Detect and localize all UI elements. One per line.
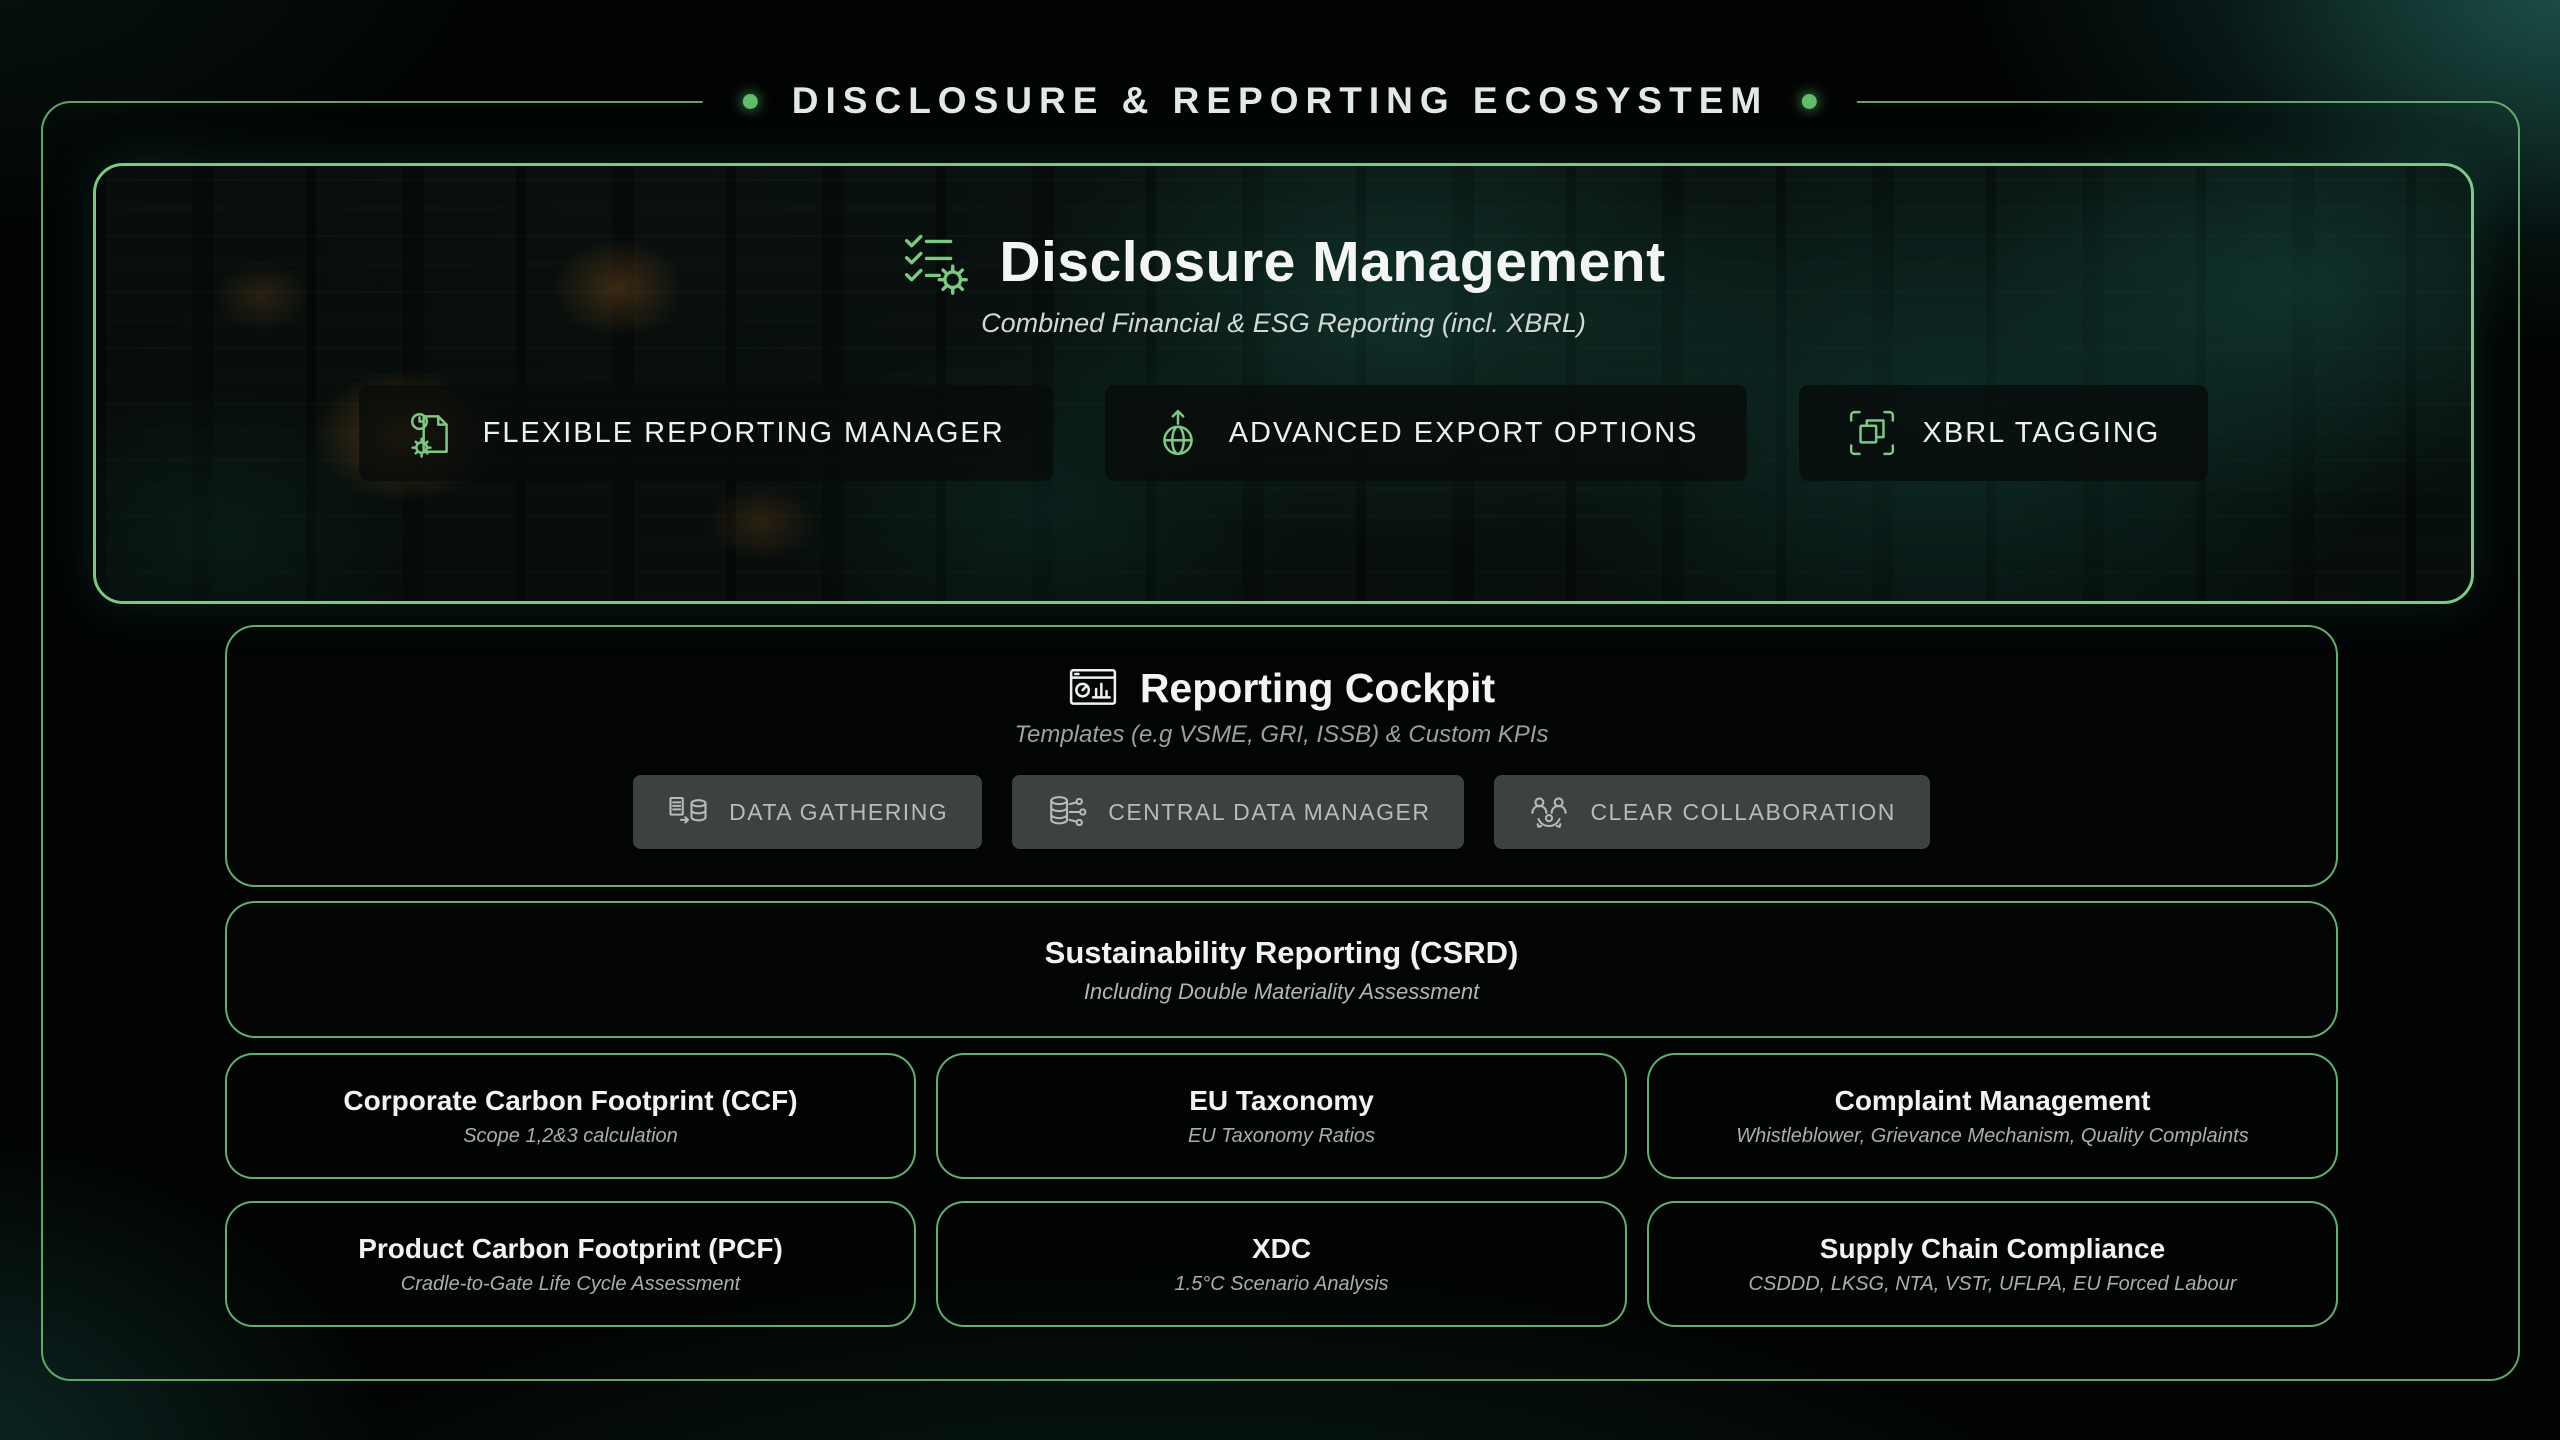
disclosure-management-title: Disclosure Management [999,229,1665,295]
sustainability-subtitle: Including Double Materiality Assessment [1084,979,1479,1005]
dashboard-icon [1068,663,1118,713]
central-database-icon [1046,791,1088,833]
module-xdc: XDC 1.5°C Scenario Analysis [936,1201,1627,1327]
feature-xbrl-tagging: XBRL TAGGING [1799,385,2209,481]
feature-label: ADVANCED EXPORT OPTIONS [1229,417,1699,450]
document-database-icon [667,791,709,833]
page-title: DISCLOSURE & REPORTING ECOSYSTEM [703,80,1857,122]
reporting-cockpit-title: Reporting Cockpit [1140,665,1495,712]
module-subtitle: Whistleblower, Grievance Mechanism, Qual… [1736,1125,2248,1148]
feature-central-data-manager: CENTRAL DATA MANAGER [1012,775,1464,849]
feature-label: CENTRAL DATA MANAGER [1108,799,1430,826]
module-subtitle: EU Taxonomy Ratios [1188,1125,1375,1148]
feature-label: DATA GATHERING [729,799,948,826]
module-subtitle: Cradle-to-Gate Life Cycle Assessment [401,1273,740,1296]
checklist-gear-icon [901,228,969,296]
sustainability-title: Sustainability Reporting (CSRD) [1045,935,1519,971]
module-subtitle: Scope 1,2&3 calculation [463,1125,678,1148]
disclosure-management-card: Disclosure Management Combined Financial… [93,163,2474,604]
feature-label: CLEAR COLLABORATION [1590,799,1895,826]
module-supply-chain-compliance: Supply Chain Compliance CSDDD, LKSG, NTA… [1647,1201,2338,1327]
module-title: Product Carbon Footprint (PCF) [358,1233,783,1265]
disclosure-feature-row: FLEXIBLE REPORTING MANAGER ADVANCED EXPO… [359,385,2209,481]
module-title: Supply Chain Compliance [1820,1233,2165,1265]
modules-grid: Corporate Carbon Footprint (CCF) Scope 1… [225,1053,2338,1327]
feature-data-gathering: DATA GATHERING [633,775,982,849]
sustainability-reporting-card: Sustainability Reporting (CSRD) Includin… [225,901,2338,1038]
feature-advanced-export-options: ADVANCED EXPORT OPTIONS [1105,385,1747,481]
title-left-dot-icon [743,94,758,109]
cockpit-feature-row: DATA GATHERING CENTRAL DATA MANAGER [633,775,1930,849]
feature-flexible-reporting-manager: FLEXIBLE REPORTING MANAGER [359,385,1053,481]
feature-label: XBRL TAGGING [1923,417,2161,450]
module-product-carbon-footprint: Product Carbon Footprint (PCF) Cradle-to… [225,1201,916,1327]
title-right-dot-icon [1802,94,1817,109]
disclosure-ecosystem-diagram: DISCLOSURE & REPORTING ECOSYSTEM Disclos… [0,0,2560,1440]
reporting-cockpit-card: Reporting Cockpit Templates (e.g VSME, G… [225,625,2338,887]
module-subtitle: 1.5°C Scenario Analysis [1174,1273,1388,1296]
feature-label: FLEXIBLE REPORTING MANAGER [483,417,1005,450]
globe-export-icon [1153,408,1203,458]
module-title: XDC [1252,1233,1311,1265]
feature-clear-collaboration: CLEAR COLLABORATION [1494,775,1929,849]
module-eu-taxonomy: EU Taxonomy EU Taxonomy Ratios [936,1053,1627,1179]
module-title: EU Taxonomy [1189,1085,1374,1117]
collaboration-icon [1528,791,1570,833]
page-title-text: DISCLOSURE & REPORTING ECOSYSTEM [792,80,1768,122]
module-subtitle: CSDDD, LKSG, NTA, VSTr, UFLPA, EU Forced… [1749,1273,2237,1296]
module-title: Corporate Carbon Footprint (CCF) [343,1085,797,1117]
disclosure-management-subtitle: Combined Financial & ESG Reporting (incl… [981,308,1586,339]
module-complaint-management: Complaint Management Whistleblower, Grie… [1647,1053,2338,1179]
report-settings-icon [407,408,457,458]
reporting-cockpit-subtitle: Templates (e.g VSME, GRI, ISSB) & Custom… [1015,721,1549,749]
module-corporate-carbon-footprint: Corporate Carbon Footprint (CCF) Scope 1… [225,1053,916,1179]
xbrl-copy-icon [1847,408,1897,458]
module-title: Complaint Management [1835,1085,2151,1117]
